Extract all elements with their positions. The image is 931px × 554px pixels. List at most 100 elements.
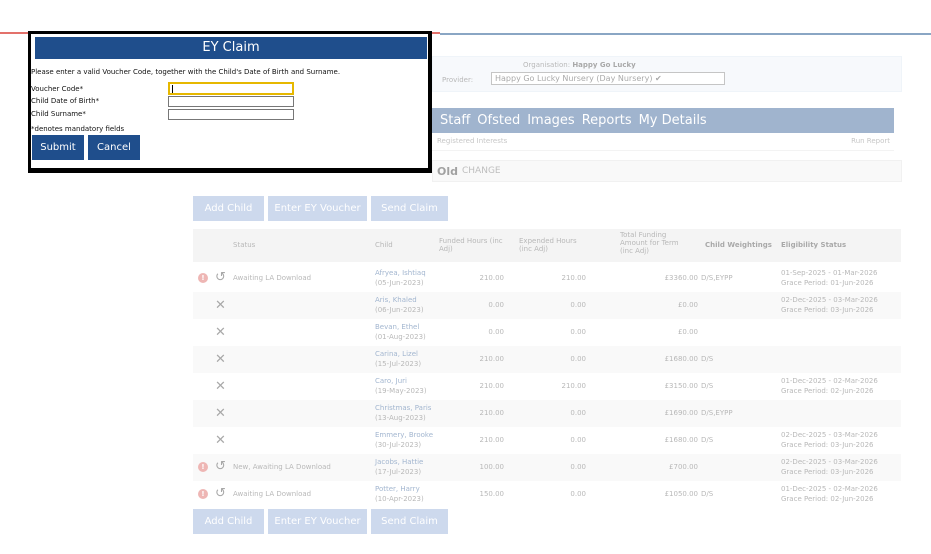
alert-icon: !: [198, 462, 208, 472]
nav-staff[interactable]: Staff: [440, 113, 470, 128]
child-name-link[interactable]: Emmery, Brooke: [375, 431, 433, 440]
table-row: ✕ Caro, Juri (19-May-2023) 210.00 210.00 £315…: [193, 373, 901, 400]
organisation-line: Organisation: Happy Go Lucky: [523, 61, 636, 69]
child-name-link[interactable]: Caro, Juri: [375, 377, 407, 386]
row-status: New, Awaiting LA Download: [233, 463, 331, 471]
header-status: Status: [233, 241, 256, 249]
child-dob: (06-Jun-2023): [375, 306, 424, 314]
table-row: ✕ Carina, Lizel (15-Jul-2023) 210.00 0.00 £16…: [193, 346, 901, 373]
total-funding: £1680.00: [664, 355, 698, 363]
expended-hours: 0.00: [570, 463, 586, 471]
provider-select[interactable]: Happy Go Lucky Nursery (Day Nursery) ✔: [491, 72, 725, 85]
child-weightings: D/S: [701, 490, 714, 498]
total-funding: £0.00: [677, 328, 698, 336]
child-name-link[interactable]: Aris, Khaled: [375, 296, 417, 305]
change-link[interactable]: CHANGE: [462, 166, 501, 176]
table-header: Status Child Funded Hours (inc Adj) Expe…: [193, 229, 901, 262]
child-name-link[interactable]: Jacobs, Hattie: [375, 458, 423, 467]
nav-ofsted[interactable]: Ofsted: [477, 113, 520, 128]
mandatory-note: *denotes mandatory fields: [31, 125, 125, 133]
remove-icon[interactable]: ✕: [215, 353, 226, 366]
funded-hours: 0.00: [488, 328, 504, 336]
child-dob-input[interactable]: [168, 96, 294, 107]
sub-nav: Registered Interests Run Report: [432, 133, 894, 151]
eligibility-dates: 01-Dec-2025 - 02-Mar-2026: [781, 377, 878, 385]
dialog-title: EY Claim: [35, 37, 427, 59]
funded-hours: 210.00: [479, 436, 505, 444]
expended-hours: 0.00: [570, 490, 586, 498]
nav-my-details[interactable]: My Details: [639, 113, 707, 128]
voucher-code-label: Voucher Code*: [31, 85, 84, 93]
table-row: ✕ Christmas, Paris (13-Aug-2023) 210.00 0.00…: [193, 400, 901, 427]
top-accent-bar-blue: [440, 33, 931, 35]
submit-button[interactable]: Submit: [32, 135, 84, 160]
total-funding: £700.00: [669, 463, 698, 471]
total-funding: £3150.00: [664, 382, 698, 390]
child-surname-label: Child Surname*: [31, 110, 86, 118]
alert-icon: !: [198, 489, 208, 499]
add-child-button-bottom[interactable]: Add Child: [193, 509, 264, 534]
child-dob: (15-Jul-2023): [375, 360, 422, 368]
header-child-weightings: Child Weightings: [705, 241, 772, 249]
undo-icon[interactable]: ↺: [215, 460, 226, 473]
total-funding: £1050.00: [664, 490, 698, 498]
header-funded-hours: Funded Hours (inc Adj): [439, 237, 503, 253]
main-nav: Staff Ofsted Images Reports My Details: [432, 108, 894, 133]
provider-value: Happy Go Lucky Nursery (Day Nursery): [495, 74, 653, 83]
sub-nav-registered-interests[interactable]: Registered Interests: [437, 137, 507, 145]
row-status: Awaiting LA Download: [233, 274, 312, 282]
send-claim-button-bottom[interactable]: Send Claim: [371, 509, 448, 534]
table-row: ! ↺ Awaiting LA Download Afryea, Ishtiaq (05…: [193, 265, 901, 292]
child-dob-label: Child Date of Birth*: [31, 97, 100, 105]
nav-images[interactable]: Images: [527, 113, 575, 128]
enter-ey-voucher-button[interactable]: Enter EY Voucher: [268, 196, 367, 221]
remove-icon[interactable]: ✕: [215, 326, 226, 339]
total-funding: £1680.00: [664, 436, 698, 444]
expended-hours: 0.00: [570, 436, 586, 444]
child-name-link[interactable]: Bevan, Ethel: [375, 323, 419, 332]
funded-hours: 210.00: [479, 409, 505, 417]
child-dob: (05-Jun-2023): [375, 279, 424, 287]
child-name-link[interactable]: Potter, Harry: [375, 485, 420, 494]
eligibility-grace: Grace Period: 03-Jun-2026: [781, 306, 874, 314]
eligibility-dates: 01-Sep-2025 - 01-Mar-2026: [781, 269, 878, 277]
eligibility-grace: Grace Period: 03-Jun-2026: [781, 468, 874, 476]
enter-ey-voucher-button-bottom[interactable]: Enter EY Voucher: [268, 509, 367, 534]
funded-hours: 100.00: [479, 463, 505, 471]
child-name-link[interactable]: Carina, Lizel: [375, 350, 418, 359]
remove-icon[interactable]: ✕: [215, 434, 226, 447]
eligibility-dates: 02-Dec-2025 - 03-Mar-2026: [781, 458, 878, 466]
header-child: Child: [375, 241, 393, 249]
add-child-button[interactable]: Add Child: [193, 196, 264, 221]
child-dob: (30-Jul-2023): [375, 441, 422, 449]
send-claim-button[interactable]: Send Claim: [371, 196, 448, 221]
organisation-label: Organisation:: [523, 61, 571, 69]
remove-icon[interactable]: ✕: [215, 299, 226, 312]
voucher-code-input[interactable]: [168, 82, 294, 95]
expended-hours: 0.00: [570, 328, 586, 336]
header-total-funding: Total Funding Amount for Term (inc Adj): [620, 231, 679, 255]
cancel-button[interactable]: Cancel: [88, 135, 140, 160]
child-weightings: D/S,EYPP: [701, 274, 733, 282]
total-funding: £0.00: [677, 301, 698, 309]
undo-icon[interactable]: ↺: [215, 271, 226, 284]
eligibility-grace: Grace Period: 02-Jun-2026: [781, 387, 874, 395]
run-report-link[interactable]: Run Report: [851, 137, 890, 145]
row-status: Awaiting LA Download: [233, 490, 312, 498]
table-row: ! ↺ New, Awaiting LA Download Jacobs, Hatti…: [193, 454, 901, 481]
remove-icon[interactable]: ✕: [215, 380, 226, 393]
child-surname-input[interactable]: [168, 109, 294, 120]
child-name-link[interactable]: Christmas, Paris: [375, 404, 431, 413]
eligibility-grace: Grace Period: 01-Jun-2026: [781, 279, 874, 287]
remove-icon[interactable]: ✕: [215, 407, 226, 420]
nav-reports[interactable]: Reports: [582, 113, 632, 128]
child-name-link[interactable]: Afryea, Ishtiaq: [375, 269, 426, 278]
child-dob: (01-Aug-2023): [375, 333, 426, 341]
expended-hours: 0.00: [570, 355, 586, 363]
expended-hours: 0.00: [570, 409, 586, 417]
child-dob: (10-Apr-2023): [375, 495, 424, 503]
undo-icon[interactable]: ↺: [215, 487, 226, 500]
total-funding: £3360.00: [664, 274, 698, 282]
child-dob: (17-Jul-2023): [375, 468, 422, 476]
header-eligibility-status: Eligibility Status: [781, 241, 847, 249]
